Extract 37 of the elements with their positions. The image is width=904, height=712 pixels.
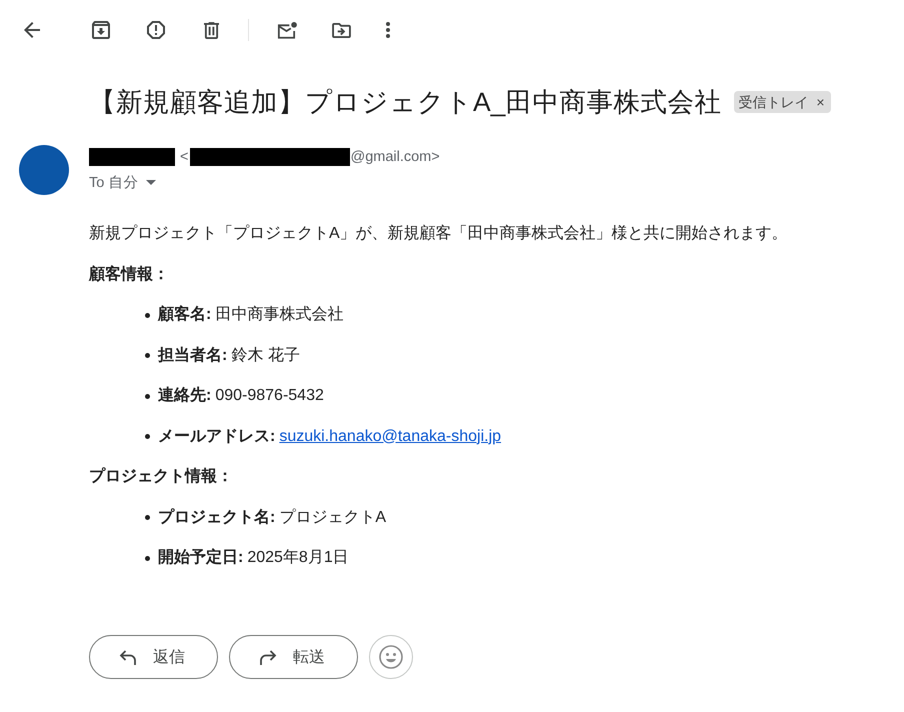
emoji-reaction-button[interactable] xyxy=(369,635,413,679)
bullet-icon xyxy=(145,394,150,398)
label-name: 受信トレイ xyxy=(738,93,808,112)
bullet-icon xyxy=(145,556,150,560)
arrow-left-icon xyxy=(24,22,40,38)
section-heading: 顧客情報： xyxy=(89,264,170,284)
list-item-text: 開始予定日: 2025年8月1日 xyxy=(158,547,349,568)
smiley-icon xyxy=(379,645,403,669)
list-item-text: プロジェクト名: プロジェクトA xyxy=(158,507,386,528)
envelope-dot-icon xyxy=(276,22,296,38)
item-label: メールアドレス: xyxy=(158,426,276,446)
email-subject: 【新規顧客追加】プロジェクトA_田中商事株式会社 xyxy=(89,86,722,119)
section-heading: プロジェクト情報： xyxy=(89,466,234,487)
recipient-text: To 自分 xyxy=(89,174,138,192)
address-bracket: < xyxy=(180,149,188,165)
folder-arrow-icon xyxy=(332,22,350,38)
reply-arrow-icon xyxy=(119,648,137,666)
remove-label-button[interactable]: × xyxy=(816,92,825,112)
email-link[interactable]: suzuki.hanako@tanaka-shoji.jp xyxy=(279,426,502,448)
bullet-icon xyxy=(145,434,150,439)
trash-icon xyxy=(204,22,218,38)
list-item-text: 連絡先: 090-9876-5432 xyxy=(158,386,324,406)
exclamation-octagon-icon xyxy=(147,21,165,39)
sender-email: @gmail.com> xyxy=(350,149,440,165)
bullet-icon xyxy=(145,312,150,318)
forward-arrow-icon xyxy=(259,648,277,666)
bullet-icon xyxy=(145,515,150,520)
reply-button[interactable]: 返信 xyxy=(89,635,218,679)
list-item-text: 担当者名: 鈴木 花子 xyxy=(158,346,300,366)
body-paragraph: 新規プロジェクト「プロジェクトA」が、新規顧客「田中商事株式会社」様と共に開始されます。 xyxy=(89,224,789,244)
archive-box-icon xyxy=(92,21,110,39)
forward-button[interactable]: 転送 xyxy=(229,635,358,679)
avatar-icon xyxy=(19,145,69,195)
more-vertical-icon xyxy=(386,22,390,38)
caret-down-icon[interactable] xyxy=(146,180,156,184)
list-item-text: 顧客名: 田中商事株式会社 xyxy=(158,304,344,325)
bullet-icon xyxy=(145,353,150,358)
